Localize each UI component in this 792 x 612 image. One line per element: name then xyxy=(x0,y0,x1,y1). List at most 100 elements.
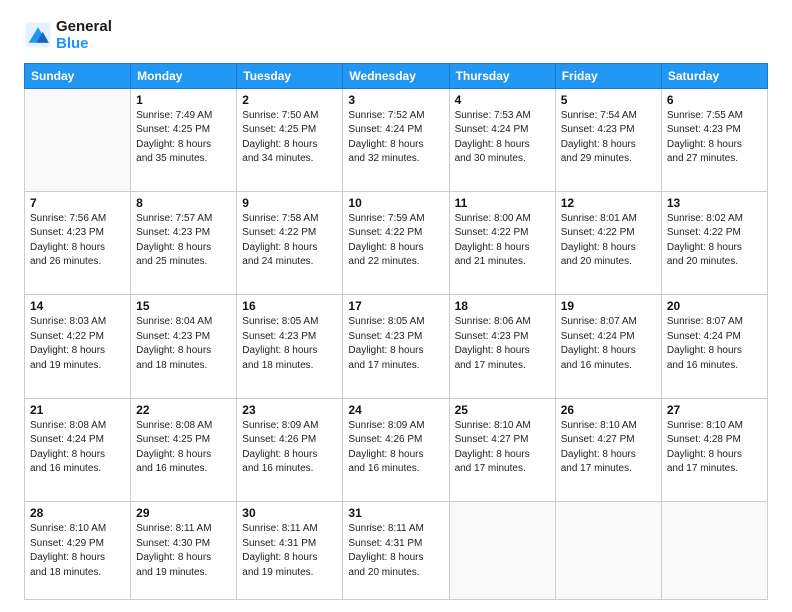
day-number: 6 xyxy=(667,93,762,107)
day-number: 12 xyxy=(561,196,656,210)
calendar-cell xyxy=(25,88,131,191)
calendar-header-monday: Monday xyxy=(131,63,237,88)
calendar-cell: 5 Sunrise: 7:54 AMSunset: 4:23 PMDaylight… xyxy=(555,88,661,191)
day-info: Sunrise: 8:11 AMSunset: 4:30 PMDaylight:… xyxy=(136,522,231,580)
day-number: 5 xyxy=(561,93,656,107)
logo: General Blue xyxy=(24,18,112,53)
calendar-cell: 19Sunrise: 8:07 AMSunset: 4:24 PMDayligh… xyxy=(555,295,661,398)
calendar-cell: 8 Sunrise: 7:57 AMSunset: 4:23 PMDaylight… xyxy=(131,191,237,294)
calendar: SundayMondayTuesdayWednesdayThursdayFrid… xyxy=(24,63,768,601)
calendar-cell: 4 Sunrise: 7:53 AMSunset: 4:24 PMDaylight… xyxy=(449,88,555,191)
day-info: Sunrise: 7:50 AMSunset: 4:25 PMDaylight:… xyxy=(242,109,337,167)
header: General Blue xyxy=(24,18,768,53)
day-number: 3 xyxy=(348,93,443,107)
day-number: 11 xyxy=(455,196,550,210)
day-info: Sunrise: 8:07 AMSunset: 4:24 PMDaylight:… xyxy=(667,315,762,373)
calendar-week-5: 28 Sunrise: 8:10 AMSunset: 4:29 PMDayligh… xyxy=(25,502,768,600)
day-info: Sunrise: 7:52 AMSunset: 4:24 PMDaylight:… xyxy=(348,109,443,167)
calendar-cell: 10 Sunrise: 7:59 AMSunset: 4:22 PMDayligh… xyxy=(343,191,449,294)
calendar-week-4: 21 Sunrise: 8:08 AMSunset: 4:24 PMDayligh… xyxy=(25,398,768,501)
day-info: Sunrise: 8:08 AMSunset: 4:24 PMDaylight:… xyxy=(30,419,125,477)
calendar-header-sunday: Sunday xyxy=(25,63,131,88)
calendar-week-2: 7Sunrise: 7:56 AMSunset: 4:23 PMDaylight… xyxy=(25,191,768,294)
day-info: Sunrise: 8:03 AMSunset: 4:22 PMDaylight:… xyxy=(30,315,125,373)
calendar-cell: 24 Sunrise: 8:09 AMSunset: 4:26 PMDayligh… xyxy=(343,398,449,501)
day-number: 24 xyxy=(348,403,443,417)
day-info: Sunrise: 7:59 AMSunset: 4:22 PMDaylight:… xyxy=(348,212,443,270)
calendar-week-1: 1 Sunrise: 7:49 AMSunset: 4:25 PMDaylight… xyxy=(25,88,768,191)
day-number: 26 xyxy=(561,403,656,417)
day-info: Sunrise: 8:11 AMSunset: 4:31 PMDaylight:… xyxy=(242,522,337,580)
day-info: Sunrise: 8:08 AMSunset: 4:25 PMDaylight:… xyxy=(136,419,231,477)
calendar-header-saturday: Saturday xyxy=(661,63,767,88)
day-info: Sunrise: 8:10 AMSunset: 4:29 PMDaylight:… xyxy=(30,522,125,580)
calendar-cell: 13 Sunrise: 8:02 AMSunset: 4:22 PMDayligh… xyxy=(661,191,767,294)
calendar-cell: 31Sunrise: 8:11 AMSunset: 4:31 PMDayligh… xyxy=(343,502,449,600)
day-number: 8 xyxy=(136,196,231,210)
day-number: 4 xyxy=(455,93,550,107)
calendar-cell: 28 Sunrise: 8:10 AMSunset: 4:29 PMDayligh… xyxy=(25,502,131,600)
day-info: Sunrise: 8:05 AMSunset: 4:23 PMDaylight:… xyxy=(348,315,443,373)
calendar-cell: 29 Sunrise: 8:11 AMSunset: 4:30 PMDayligh… xyxy=(131,502,237,600)
day-number: 21 xyxy=(30,403,125,417)
logo-text: General Blue xyxy=(56,18,112,53)
calendar-cell: 7Sunrise: 7:56 AMSunset: 4:23 PMDaylight… xyxy=(25,191,131,294)
day-info: Sunrise: 7:54 AMSunset: 4:23 PMDaylight:… xyxy=(561,109,656,167)
day-info: Sunrise: 8:06 AMSunset: 4:23 PMDaylight:… xyxy=(455,315,550,373)
day-info: Sunrise: 8:05 AMSunset: 4:23 PMDaylight:… xyxy=(242,315,337,373)
calendar-cell: 26 Sunrise: 8:10 AMSunset: 4:27 PMDayligh… xyxy=(555,398,661,501)
calendar-cell: 27 Sunrise: 8:10 AMSunset: 4:28 PMDayligh… xyxy=(661,398,767,501)
calendar-cell: 11Sunrise: 8:00 AMSunset: 4:22 PMDayligh… xyxy=(449,191,555,294)
calendar-cell: 3 Sunrise: 7:52 AMSunset: 4:24 PMDaylight… xyxy=(343,88,449,191)
day-info: Sunrise: 8:02 AMSunset: 4:22 PMDaylight:… xyxy=(667,212,762,270)
calendar-header-wednesday: Wednesday xyxy=(343,63,449,88)
calendar-header-row: SundayMondayTuesdayWednesdayThursdayFrid… xyxy=(25,63,768,88)
calendar-header-tuesday: Tuesday xyxy=(237,63,343,88)
day-number: 9 xyxy=(242,196,337,210)
day-number: 15 xyxy=(136,299,231,313)
calendar-cell: 15 Sunrise: 8:04 AMSunset: 4:23 PMDayligh… xyxy=(131,295,237,398)
calendar-cell: 2Sunrise: 7:50 AMSunset: 4:25 PMDaylight… xyxy=(237,88,343,191)
day-number: 10 xyxy=(348,196,443,210)
day-info: Sunrise: 8:04 AMSunset: 4:23 PMDaylight:… xyxy=(136,315,231,373)
day-number: 20 xyxy=(667,299,762,313)
day-number: 29 xyxy=(136,506,231,520)
calendar-cell xyxy=(661,502,767,600)
calendar-week-3: 14 Sunrise: 8:03 AMSunset: 4:22 PMDayligh… xyxy=(25,295,768,398)
day-number: 18 xyxy=(455,299,550,313)
day-info: Sunrise: 8:09 AMSunset: 4:26 PMDaylight:… xyxy=(348,419,443,477)
calendar-cell: 22 Sunrise: 8:08 AMSunset: 4:25 PMDayligh… xyxy=(131,398,237,501)
page: General Blue SundayMondayTuesdayWednesda… xyxy=(0,0,792,612)
calendar-header-thursday: Thursday xyxy=(449,63,555,88)
day-number: 14 xyxy=(30,299,125,313)
calendar-cell: 30 Sunrise: 8:11 AMSunset: 4:31 PMDayligh… xyxy=(237,502,343,600)
day-info: Sunrise: 7:53 AMSunset: 4:24 PMDaylight:… xyxy=(455,109,550,167)
day-info: Sunrise: 8:11 AMSunset: 4:31 PMDaylight:… xyxy=(348,522,443,580)
calendar-cell: 18 Sunrise: 8:06 AMSunset: 4:23 PMDayligh… xyxy=(449,295,555,398)
day-number: 28 xyxy=(30,506,125,520)
calendar-cell: 16 Sunrise: 8:05 AMSunset: 4:23 PMDayligh… xyxy=(237,295,343,398)
calendar-cell: 20 Sunrise: 8:07 AMSunset: 4:24 PMDayligh… xyxy=(661,295,767,398)
day-number: 16 xyxy=(242,299,337,313)
day-info: Sunrise: 7:49 AMSunset: 4:25 PMDaylight:… xyxy=(136,109,231,167)
calendar-cell: 23Sunrise: 8:09 AMSunset: 4:26 PMDayligh… xyxy=(237,398,343,501)
day-info: Sunrise: 7:56 AMSunset: 4:23 PMDaylight:… xyxy=(30,212,125,270)
calendar-header-friday: Friday xyxy=(555,63,661,88)
calendar-cell xyxy=(449,502,555,600)
calendar-cell xyxy=(555,502,661,600)
calendar-cell: 1 Sunrise: 7:49 AMSunset: 4:25 PMDaylight… xyxy=(131,88,237,191)
day-number: 1 xyxy=(136,93,231,107)
day-number: 30 xyxy=(242,506,337,520)
calendar-cell: 12 Sunrise: 8:01 AMSunset: 4:22 PMDayligh… xyxy=(555,191,661,294)
day-info: Sunrise: 8:10 AMSunset: 4:28 PMDaylight:… xyxy=(667,419,762,477)
day-info: Sunrise: 7:58 AMSunset: 4:22 PMDaylight:… xyxy=(242,212,337,270)
day-number: 22 xyxy=(136,403,231,417)
day-number: 27 xyxy=(667,403,762,417)
day-info: Sunrise: 8:01 AMSunset: 4:22 PMDaylight:… xyxy=(561,212,656,270)
day-info: Sunrise: 8:09 AMSunset: 4:26 PMDaylight:… xyxy=(242,419,337,477)
day-info: Sunrise: 8:10 AMSunset: 4:27 PMDaylight:… xyxy=(455,419,550,477)
day-info: Sunrise: 8:10 AMSunset: 4:27 PMDaylight:… xyxy=(561,419,656,477)
day-info: Sunrise: 7:57 AMSunset: 4:23 PMDaylight:… xyxy=(136,212,231,270)
day-number: 25 xyxy=(455,403,550,417)
day-number: 13 xyxy=(667,196,762,210)
